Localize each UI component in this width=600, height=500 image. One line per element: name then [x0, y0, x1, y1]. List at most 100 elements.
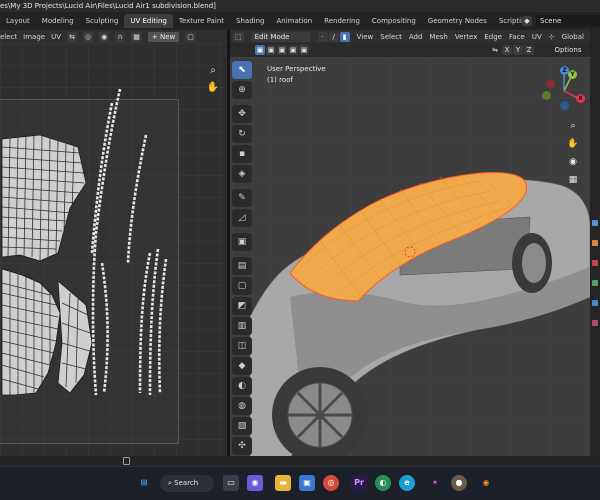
edge-icon[interactable]: e	[399, 475, 415, 491]
gizmo-neg-x-axis[interactable]	[546, 79, 555, 88]
open-image-icon[interactable]: ▢	[185, 31, 196, 42]
scene-selector[interactable]: ◆ Scene	[522, 14, 600, 28]
earth-app-icon[interactable]: ◐	[375, 475, 391, 491]
face-select-icon[interactable]: ▮	[339, 31, 350, 42]
viewport-canvas[interactable]: User Perspective (1) roof ⬉ ⊕ ✥ ↻ ▪ ◈ ✎ …	[230, 57, 590, 466]
select-invert-icon[interactable]: ▣	[288, 45, 298, 55]
world-props-icon[interactable]	[592, 260, 598, 266]
scene-props-icon[interactable]	[592, 240, 598, 246]
gizmo-x-axis[interactable]: X	[576, 94, 585, 103]
scene-name-field[interactable]: Scene	[536, 15, 600, 27]
menu-select-3d[interactable]: Select	[380, 33, 402, 41]
move-tool-icon[interactable]: ✥	[232, 105, 252, 123]
tab-layout[interactable]: Layout	[0, 14, 36, 28]
pivot-icon[interactable]: ◉	[99, 31, 110, 42]
transform-orientation-icon[interactable]: ⊹	[549, 33, 555, 41]
modifier-props-icon[interactable]	[592, 300, 598, 306]
menu-image[interactable]: Image	[23, 33, 45, 41]
menu-face[interactable]: Face	[509, 33, 525, 41]
tab-uv-editing[interactable]: UV Editing	[124, 14, 173, 28]
spin-tool-icon[interactable]: ◐	[232, 377, 252, 395]
chrome-icon[interactable]: ◎	[323, 475, 339, 491]
select-intersect-icon[interactable]: ▣	[299, 45, 309, 55]
transform-orientation-dropdown[interactable]: Global	[562, 33, 584, 41]
tab-compositing[interactable]: Compositing	[366, 14, 422, 28]
menu-add[interactable]: Add	[409, 33, 423, 41]
tab-sculpting[interactable]: Sculpting	[80, 14, 125, 28]
perspective-toggle-icon[interactable]: ▦	[566, 173, 580, 187]
tab-texture-paint[interactable]: Texture Paint	[173, 14, 230, 28]
zoom-viewport-icon[interactable]: ⌕	[566, 119, 580, 133]
menu-view[interactable]: View	[357, 33, 374, 41]
rear-rim	[522, 243, 546, 283]
premiere-icon[interactable]: Pr	[351, 475, 367, 491]
add-cube-tool-icon[interactable]: ▣	[232, 233, 252, 251]
options-dropdown[interactable]: Options	[548, 45, 588, 55]
smooth-tool-icon[interactable]: ◍	[232, 397, 252, 415]
mode-dropdown[interactable]: Edit Mode	[250, 31, 311, 42]
scale-tool-icon[interactable]: ▪	[232, 145, 252, 163]
tab-rendering[interactable]: Rendering	[318, 14, 366, 28]
sync-selection-icon[interactable]: ⇆	[67, 31, 78, 42]
menu-uv[interactable]: UV	[51, 33, 61, 41]
select-tool-icon[interactable]: ⬉	[232, 61, 252, 79]
uv-editor-canvas[interactable]: ⌕ ✋	[0, 43, 227, 456]
gizmo-y-axis[interactable]: Y	[568, 70, 577, 79]
proportional-edit-icon[interactable]: ∩	[115, 31, 126, 42]
pan-viewport-icon[interactable]: ✋	[566, 137, 580, 151]
scene-icon: ◆	[522, 16, 532, 26]
menu-uv-3d[interactable]: UV	[532, 33, 542, 41]
rotate-tool-icon[interactable]: ↻	[232, 125, 252, 143]
chat-icon[interactable]: ◉	[247, 475, 263, 491]
select-extend-icon[interactable]: ▣	[266, 45, 276, 55]
material-props-icon[interactable]	[592, 320, 598, 326]
menu-edge[interactable]: Edge	[484, 33, 502, 41]
mirror-z-toggle[interactable]: Z	[524, 45, 534, 55]
gizmo-neg-z-axis[interactable]	[560, 101, 569, 110]
extrude-tool-icon[interactable]: ▤	[232, 257, 252, 275]
gizmo-neg-y-axis[interactable]	[542, 91, 551, 100]
gizmo-z-axis[interactable]: Z	[560, 66, 569, 75]
camera-view-icon[interactable]: ◉	[566, 155, 580, 169]
tab-modeling[interactable]: Modeling	[36, 14, 80, 28]
blender-taskbar-icon[interactable]: ◉	[478, 475, 494, 491]
tool-props-icon[interactable]	[592, 220, 598, 226]
menu-select[interactable]: elect	[0, 33, 17, 41]
pan-hand-icon[interactable]: ✋	[206, 81, 220, 95]
mirror-x-toggle[interactable]: X	[502, 45, 512, 55]
windows-start-icon[interactable]: ⊞	[136, 475, 152, 491]
transform-tool-icon[interactable]: ◈	[232, 165, 252, 183]
measure-tool-icon[interactable]: ◿	[232, 209, 252, 227]
select-box-icon[interactable]: ▣	[255, 45, 265, 55]
select-subtract-icon[interactable]: ▣	[277, 45, 287, 55]
user-app-icon[interactable]: ●	[451, 475, 467, 491]
cursor-tool-icon[interactable]: ⊕	[232, 81, 252, 99]
loop-cut-tool-icon[interactable]: ▥	[232, 317, 252, 335]
ms-store-icon[interactable]: ▣	[299, 475, 315, 491]
tab-geometry-nodes[interactable]: Geometry Nodes	[422, 14, 493, 28]
new-image-button[interactable]: + New	[147, 31, 180, 42]
taskbar-search[interactable]: ⌕ Search	[160, 475, 214, 492]
file-explorer-icon[interactable]: ▬	[275, 475, 291, 491]
menu-vertex[interactable]: Vertex	[455, 33, 478, 41]
tab-shading[interactable]: Shading	[230, 14, 270, 28]
zoom-icon[interactable]: ⌕	[206, 64, 220, 78]
editor-type-icon[interactable]: ⬚	[233, 31, 244, 42]
sticky-mode-icon[interactable]: ◎	[83, 31, 94, 42]
knife-tool-icon[interactable]: ◫	[232, 337, 252, 355]
poly-build-tool-icon[interactable]: ◆	[232, 357, 252, 375]
bevel-tool-icon[interactable]: ◩	[232, 297, 252, 315]
object-props-icon[interactable]	[592, 280, 598, 286]
edge-select-icon[interactable]: /	[328, 31, 339, 42]
shrink-fatten-tool-icon[interactable]: ✣	[232, 437, 252, 455]
edge-slide-tool-icon[interactable]: ▧	[232, 417, 252, 435]
vertex-select-icon[interactable]: ·	[317, 31, 328, 42]
annotate-tool-icon[interactable]: ✎	[232, 189, 252, 207]
task-view-icon[interactable]: ▭	[223, 475, 239, 491]
app-icon[interactable]: ✶	[427, 475, 443, 491]
tab-animation[interactable]: Animation	[270, 14, 318, 28]
mirror-y-toggle[interactable]: Y	[513, 45, 523, 55]
menu-mesh[interactable]: Mesh	[429, 33, 447, 41]
browse-image-icon[interactable]: ▦	[131, 31, 142, 42]
inset-tool-icon[interactable]: ▢	[232, 277, 252, 295]
